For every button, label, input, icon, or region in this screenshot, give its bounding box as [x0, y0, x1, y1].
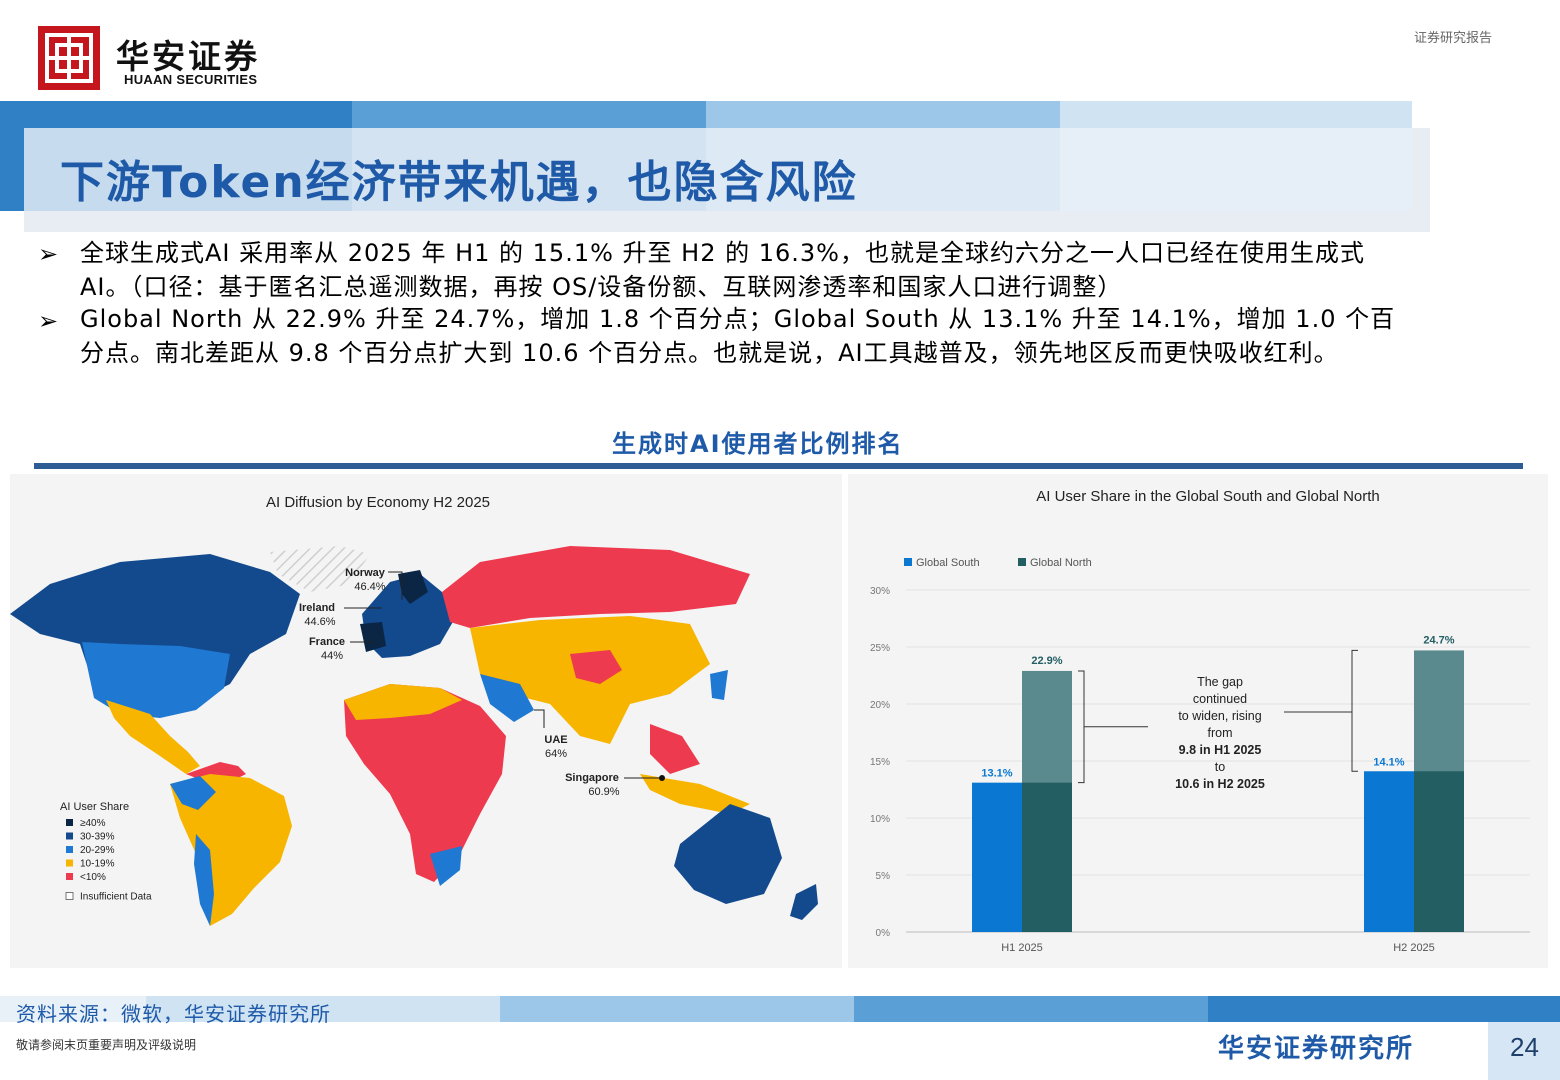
legend-swatch: [1018, 558, 1026, 566]
footer-band-segment: [854, 996, 1208, 1022]
legend-label: ≥40%: [80, 818, 106, 829]
callout-value: 46.4%: [354, 581, 385, 593]
title-band-segment: [352, 101, 706, 129]
legend-label: 20-29%: [80, 845, 115, 856]
map-legend: ≥40% 30-39% 20-29% 10-19% <10% Insufficient D…: [65, 818, 152, 903]
bullet-arrow-icon: ➢: [38, 307, 59, 335]
singapore-marker: [659, 775, 665, 781]
footer-band-segment: [500, 996, 854, 1022]
bar-value-label: 14.1%: [1373, 756, 1404, 768]
gap-annotation: The gap continued to widen, rising from 9.8 …: [1078, 649, 1358, 791]
legend-label: Global South: [916, 557, 980, 569]
legend-label: Insufficient Data: [80, 892, 152, 903]
bar-value-label: 13.1%: [981, 768, 1012, 780]
bar-value-label: 22.9%: [1031, 655, 1062, 667]
callout-value: 44.6%: [304, 616, 335, 628]
new-zealand-shape: [790, 884, 818, 920]
callout-name: Ireland: [299, 602, 335, 614]
legend-title: AI User Share: [60, 801, 129, 813]
disclaimer: 敬请参阅末页重要声明及评级说明: [16, 1038, 197, 1052]
legend-swatch: [66, 859, 73, 867]
legend-swatch: [66, 832, 73, 840]
legend-swatch: [904, 558, 912, 566]
russia-shape: [442, 546, 750, 628]
title-band-edge: [0, 101, 24, 211]
southeast-asia-shape: [650, 724, 700, 774]
chart-title: AI User Share in the Global South and Gl…: [1036, 488, 1380, 505]
japan-shape: [710, 670, 728, 700]
callout-value: 44%: [321, 650, 343, 662]
y-tick-label: 5%: [876, 871, 891, 882]
x-tick-label: H2 2025: [1393, 942, 1435, 954]
callout-name: Singapore: [565, 772, 619, 784]
source-note: 资料来源：微软，华安证券研究所: [16, 1002, 331, 1026]
map-panel: AI Diffusion by Economy H2 2025 Norway 4…: [10, 474, 842, 968]
callout-name: France: [309, 636, 345, 648]
brand-name-en: HUAAN SECURITIES: [124, 72, 258, 87]
title-band-segment: [0, 101, 352, 129]
annotation-line: 9.8 in H1 2025: [1179, 743, 1262, 757]
figure-title: 生成时AI使用者比例排名: [612, 430, 904, 458]
report-tag: 证券研究报告: [1414, 31, 1493, 46]
australia-shape: [674, 804, 782, 904]
gap-bracket: [1351, 649, 1358, 772]
logo: [38, 26, 100, 90]
bullet-text: Global North 从 22.9% 升至 24.7%，增加 1.8 个百分…: [80, 305, 1396, 367]
legend-swatch: [65, 892, 74, 900]
brand-name-cn: 华安证券: [116, 37, 260, 76]
annotation-line: 10.6 in H2 2025: [1175, 777, 1265, 791]
legend-swatch: [66, 819, 73, 826]
y-tick-label: 0%: [876, 928, 891, 939]
footer-band-segment: [1208, 996, 1560, 1022]
page-number: 24: [1510, 1032, 1539, 1062]
page-title: 下游Token经济带来机遇，也隐含风险: [60, 157, 858, 208]
y-tick-label: 30%: [870, 586, 890, 597]
title-panel-tint: [1060, 128, 1412, 211]
legend-label: 10-19%: [80, 859, 115, 870]
legend-label: Global North: [1030, 557, 1092, 569]
x-tick-label: H1 2025: [1001, 942, 1043, 954]
bar-global-south: [1364, 771, 1414, 932]
chart-panel: AI User Share in the Global South and Gl…: [848, 474, 1548, 968]
bar-global-south: [972, 782, 1022, 932]
bullet-arrow-icon: ➢: [38, 240, 59, 268]
legend-label: 30-39%: [80, 832, 115, 843]
annotation-line: The gap: [1197, 675, 1243, 689]
bar-value-label: 24.7%: [1423, 634, 1454, 646]
callout-value: 60.9%: [588, 786, 619, 798]
title-band-segment: [706, 101, 1060, 129]
y-tick-label: 10%: [870, 814, 890, 825]
world-map: AI Diffusion by Economy H2 2025 Norway 4…: [10, 494, 818, 926]
bar-global-north-base: [1414, 771, 1464, 932]
bullet-text: 全球生成式AI 采用率从 2025 年 H1 的 15.1% 升至 H2 的 1…: [80, 239, 1365, 301]
map-title: AI Diffusion by Economy H2 2025: [266, 494, 490, 511]
annotation-line: to: [1215, 760, 1225, 774]
annotation-line: to widen, rising: [1178, 709, 1261, 723]
callout-name: UAE: [544, 734, 567, 746]
legend-label: <10%: [80, 872, 106, 883]
logo-mark-icon: [38, 26, 100, 90]
figure-rule: [34, 463, 1523, 469]
legend-swatch: [66, 846, 73, 853]
title-band-segment: [1060, 101, 1412, 129]
chart-legend: Global South Global North: [904, 557, 1092, 569]
annotation-line: continued: [1193, 692, 1247, 706]
y-tick-label: 15%: [870, 757, 890, 768]
y-tick-label: 20%: [870, 700, 890, 711]
bar-global-north-base: [1022, 782, 1072, 932]
y-tick-label: 25%: [870, 643, 890, 654]
callout-value: 64%: [545, 748, 567, 760]
legend-swatch: [66, 873, 73, 880]
bar-chart: AI User Share in the Global South and Gl…: [870, 488, 1530, 954]
annotation-line: from: [1208, 726, 1233, 740]
usa-shape: [82, 642, 230, 718]
callout-name: Norway: [345, 567, 386, 579]
gap-bracket: [1078, 670, 1085, 784]
footer-brand: 华安证券研究所: [1218, 1034, 1415, 1064]
